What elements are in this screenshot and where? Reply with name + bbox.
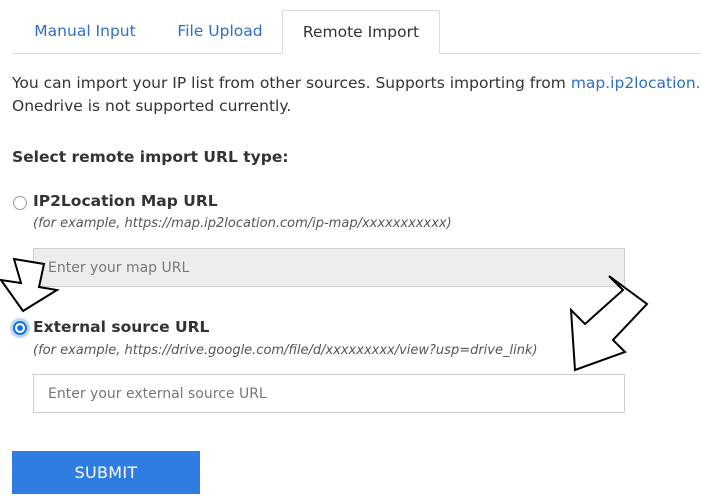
option-map-url-example: (for example, https://map.ip2location.co…: [33, 216, 452, 231]
tab-remote-import[interactable]: Remote Import: [282, 10, 440, 54]
external-source-url-input[interactable]: [33, 374, 625, 413]
option-external-source-example: (for example, https://drive.google.com/f…: [33, 343, 538, 358]
intro-line-1-text: You can import your IP list from other s…: [12, 74, 571, 92]
radio-map-url[interactable]: [13, 196, 27, 210]
intro-text: You can import your IP list from other s…: [12, 72, 701, 118]
option-map-url-title[interactable]: IP2Location Map URL: [33, 192, 218, 210]
diagonal-arrow-annotation-icon: [569, 275, 649, 372]
submit-button[interactable]: SUBMIT: [12, 451, 200, 494]
map-ip2location-link[interactable]: map.ip2location.co: [571, 74, 701, 92]
intro-line-1: You can import your IP list from other s…: [12, 72, 701, 95]
down-arrow-annotation-icon: [0, 257, 60, 313]
map-url-input[interactable]: [33, 248, 625, 287]
radio-external-source-url[interactable]: [13, 321, 27, 335]
intro-line-2: Onedrive is not supported currently.: [12, 97, 292, 115]
section-label: Select remote import URL type:: [12, 148, 289, 166]
tab-manual-input[interactable]: Manual Input: [12, 10, 158, 52]
tab-bar: Manual Input File Upload Remote Import: [12, 10, 701, 54]
option-external-source-title[interactable]: External source URL: [33, 318, 209, 336]
tab-file-upload[interactable]: File Upload: [158, 10, 282, 52]
